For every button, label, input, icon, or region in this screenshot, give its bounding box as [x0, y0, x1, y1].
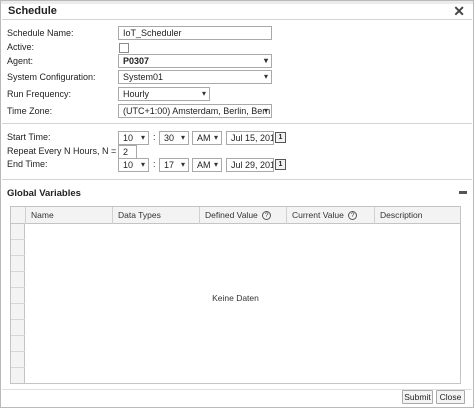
end-hour-value: 10	[123, 160, 134, 170]
column-label: Current Value	[292, 210, 344, 220]
chevron-down-icon: ▾	[201, 89, 206, 98]
global-variables-title: Global Variables	[7, 188, 81, 199]
schedule-name-input[interactable]: IoT_Scheduler	[118, 26, 272, 40]
column-header-defined-value[interactable]: Defined Value ?	[200, 207, 287, 224]
column-header-name[interactable]: Name	[26, 207, 113, 224]
time-zone-value: (UTC+1:00) Amsterdam, Berlin, Bern, Ro	[123, 106, 272, 116]
chevron-down-icon: ▾	[263, 106, 268, 115]
chevron-down-icon: ▾	[180, 133, 185, 142]
start-time-label: Start Time:	[7, 132, 51, 142]
repeat-n-input[interactable]: 2	[118, 145, 137, 159]
agent-select[interactable]: P0307 ▾	[118, 54, 272, 68]
column-label: Data Types	[118, 210, 161, 220]
empty-table-message: Keine Daten	[212, 293, 259, 303]
global-variables-table: Name Data Types Defined Value ? Current …	[10, 206, 461, 384]
end-minute-value: 17	[164, 160, 175, 170]
column-header-description[interactable]: Description	[375, 207, 460, 224]
close-button[interactable]: Close	[436, 390, 465, 404]
schedule-name-label: Schedule Name:	[7, 28, 74, 38]
start-minute-select[interactable]: 30 ▾	[159, 131, 189, 145]
column-header-data-types[interactable]: Data Types	[113, 207, 200, 224]
calendar-icon[interactable]: 1	[275, 159, 286, 170]
end-time-label: End Time:	[7, 159, 48, 169]
start-hour-value: 10	[123, 133, 134, 143]
help-icon[interactable]: ?	[262, 211, 272, 221]
start-ampm-value: AM	[197, 133, 211, 143]
start-hour-select[interactable]: 10 ▾	[118, 131, 149, 145]
end-minute-select[interactable]: 17 ▾	[159, 158, 189, 172]
run-frequency-value: Hourly	[123, 89, 150, 99]
chevron-down-icon: ▾	[140, 133, 145, 142]
row-divider	[11, 367, 25, 368]
start-ampm-select[interactable]: AM ▾	[192, 131, 222, 145]
end-ampm-value: AM	[197, 160, 211, 170]
time-separator: :	[153, 159, 156, 169]
help-icon[interactable]: ?	[348, 211, 358, 221]
chevron-down-icon: ▾	[263, 56, 268, 65]
collapse-icon[interactable]	[459, 191, 467, 194]
start-minute-value: 30	[164, 133, 175, 143]
dialog-title: Schedule	[8, 5, 57, 17]
column-label: Defined Value	[205, 210, 258, 220]
chevron-down-icon: ▾	[213, 160, 218, 169]
column-header-current-value[interactable]: Current Value ?	[287, 207, 375, 224]
end-hour-select[interactable]: 10 ▾	[118, 158, 149, 172]
start-date-input[interactable]: Jul 15, 2016	[226, 131, 274, 145]
chevron-down-icon: ▾	[263, 72, 268, 81]
row-divider	[11, 287, 25, 288]
repeat-label: Repeat Every N Hours, N =	[7, 146, 117, 156]
row-selector-column	[11, 224, 25, 383]
chevron-down-icon: ▾	[213, 133, 218, 142]
form-divider	[2, 123, 472, 124]
row-divider	[11, 239, 25, 240]
system-config-value: System01	[123, 72, 164, 82]
calendar-icon[interactable]: 1	[275, 132, 286, 143]
system-config-label: System Configuration:	[7, 72, 96, 82]
run-frequency-label: Run Frequency:	[7, 89, 72, 99]
chevron-down-icon: ▾	[180, 160, 185, 169]
end-date-input[interactable]: Jul 29, 2016	[226, 158, 274, 172]
agent-value: P0307	[123, 56, 150, 66]
active-checkbox[interactable]	[119, 43, 129, 53]
run-frequency-select[interactable]: Hourly ▾	[118, 87, 210, 101]
row-divider	[11, 303, 25, 304]
row-divider	[11, 255, 25, 256]
section-divider	[2, 179, 472, 180]
row-divider	[11, 271, 25, 272]
agent-label: Agent:	[7, 56, 34, 66]
table-header: Name Data Types Defined Value ? Current …	[11, 207, 460, 224]
dialog-header: Schedule ✕	[2, 3, 472, 20]
row-selector-header	[11, 207, 26, 224]
row-divider	[11, 335, 25, 336]
active-label: Active:	[7, 42, 35, 52]
column-label: Description	[380, 210, 423, 220]
time-separator: :	[153, 132, 156, 142]
chevron-down-icon: ▾	[140, 160, 145, 169]
time-zone-label: Time Zone:	[7, 106, 53, 116]
time-zone-select[interactable]: (UTC+1:00) Amsterdam, Berlin, Bern, Ro ▾	[118, 104, 272, 118]
column-label: Name	[31, 210, 54, 220]
close-icon[interactable]: ✕	[453, 3, 465, 20]
end-ampm-select[interactable]: AM ▾	[192, 158, 222, 172]
system-config-select[interactable]: System01 ▾	[118, 70, 272, 84]
submit-button[interactable]: Submit	[402, 390, 433, 404]
row-divider	[11, 319, 25, 320]
row-divider	[11, 351, 25, 352]
schedule-dialog: Schedule ✕ Schedule Name: IoT_Scheduler …	[0, 0, 474, 408]
